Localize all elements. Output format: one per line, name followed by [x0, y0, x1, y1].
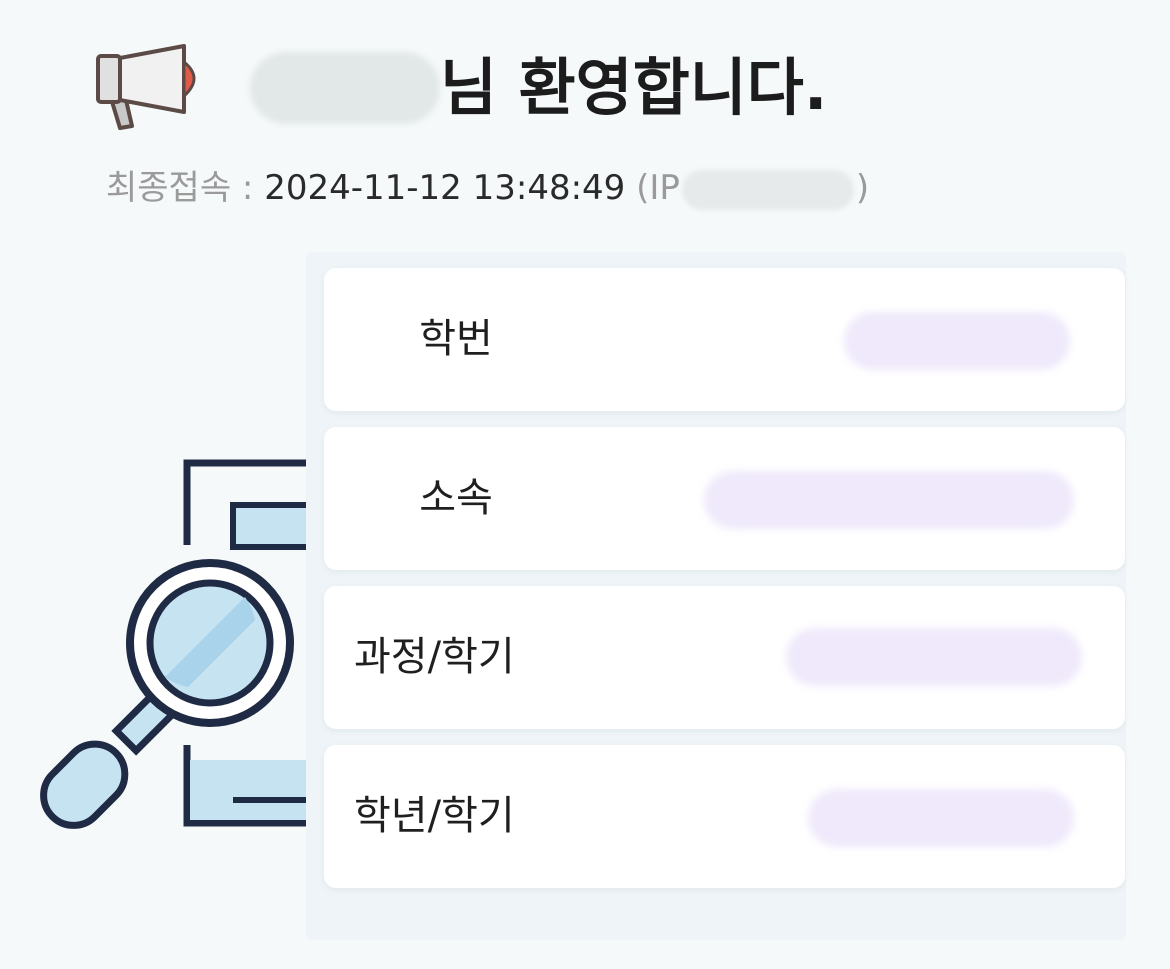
- year-semester-label: 학년/학기: [354, 793, 515, 839]
- student-dashboard: 님 환영합니다. 최종접속 : 2024-11-12 13:48:49 (IP)…: [0, 0, 1170, 969]
- info-card-affiliation: 소속: [324, 427, 1125, 570]
- search-document-icon: [40, 459, 310, 829]
- last-login-label: 최종접속 :: [106, 168, 265, 208]
- info-card-year-semester: 학년/학기: [324, 745, 1125, 888]
- student-id-label: 학번: [419, 316, 493, 362]
- year-semester-value-redacted: [808, 789, 1074, 847]
- megaphone-icon: [96, 44, 196, 130]
- affiliation-label: 소속: [419, 475, 493, 521]
- user-name-redacted: [250, 52, 440, 124]
- affiliation-value-redacted: [704, 471, 1074, 529]
- info-card-student-id: 학번: [324, 268, 1125, 411]
- ip-open: (IP: [636, 168, 680, 208]
- info-card-program-semester: 과정/학기: [324, 586, 1125, 729]
- last-login-info: 최종접속 : 2024-11-12 13:48:49 (IP): [106, 164, 869, 212]
- program-semester-label: 과정/학기: [354, 634, 515, 680]
- last-login-datetime: 2024-11-12 13:48:49: [264, 168, 626, 208]
- ip-address-redacted: [681, 169, 854, 210]
- program-semester-value-redacted: [786, 628, 1082, 686]
- ip-close: ): [855, 168, 870, 208]
- student-id-value-redacted: [844, 312, 1070, 370]
- welcome-message: 님 환영합니다.: [440, 51, 828, 124]
